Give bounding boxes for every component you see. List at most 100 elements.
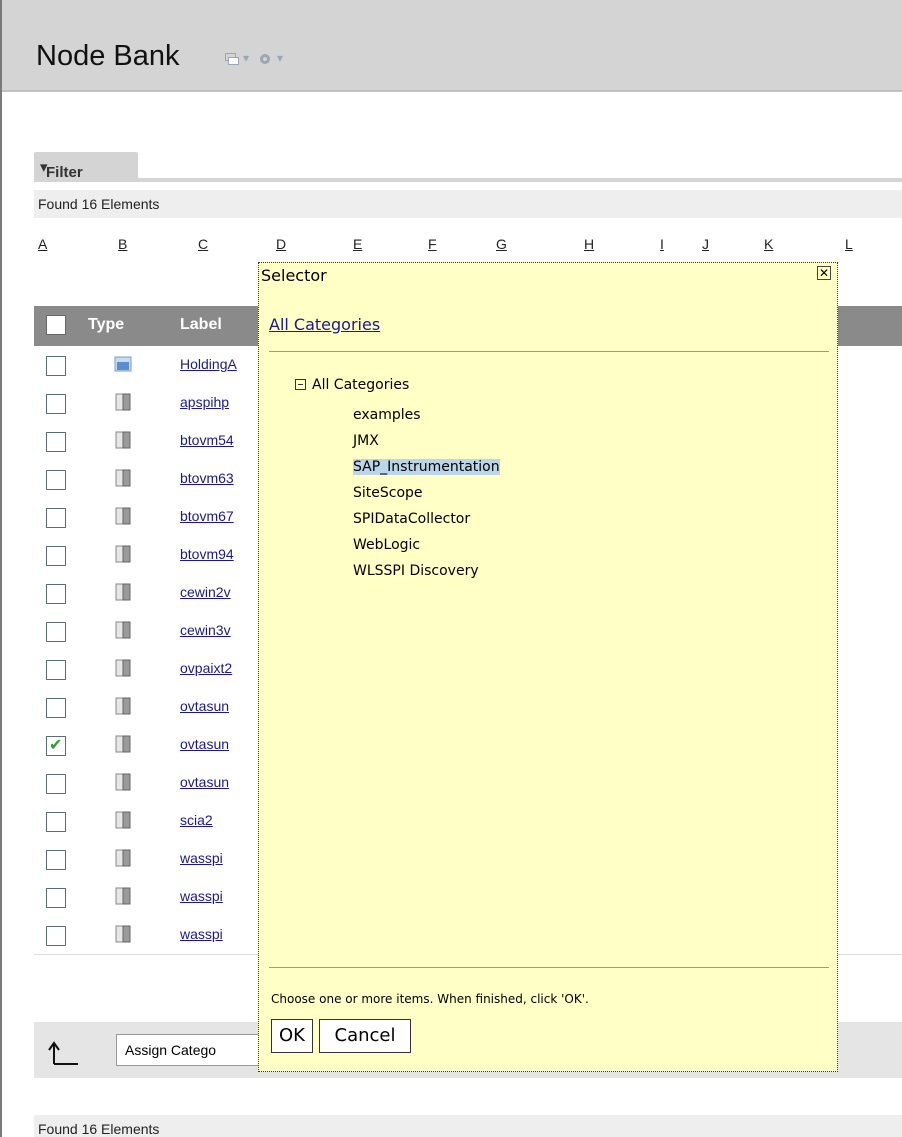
tree-root-label: All Categories [312,377,410,393]
alpha-link-f[interactable]: F [428,236,437,252]
node-icon [115,393,131,411]
tree-item-wlsspi-discovery[interactable]: WLSSPI Discovery [353,563,479,579]
node-label-link[interactable]: ovtasun [180,774,258,790]
row-checkbox[interactable] [46,735,66,756]
chevron-down-icon[interactable]: ▾ [243,51,249,65]
node-icon [115,925,131,943]
assign-category-label: Assign Catego [125,1042,217,1058]
row-checkbox[interactable] [46,356,66,376]
all-categories-link[interactable]: All Categories [269,315,380,334]
alpha-link-h[interactable]: H [584,236,594,252]
row-checkbox[interactable] [46,774,66,794]
page-title: Node Bank [36,40,180,72]
row-checkbox[interactable] [46,660,66,680]
found-count-top: Found 16 Elements [34,190,902,218]
node-icon [115,659,131,677]
row-checkbox[interactable] [46,546,66,566]
node-icon [115,545,131,563]
row-checkbox[interactable] [46,508,66,528]
row-checkbox[interactable] [46,432,66,452]
node-label-link[interactable]: wasspi [180,850,258,866]
found-count-text: Found 16 Elements [38,1121,160,1137]
tree-root[interactable]: All Categories [295,377,409,393]
filter-bar: Filter ▾ [34,152,902,182]
node-label-link[interactable]: apspihp [180,394,258,410]
select-all-checkbox[interactable] [46,315,66,335]
found-count-text: Found 16 Elements [38,196,160,212]
selector-instructions: Choose one or more items. When finished,… [271,992,589,1006]
ok-button[interactable]: OK [271,1019,313,1053]
alphabet-index: A B C D E F G H I J K L [0,236,902,260]
tree-item-examples[interactable]: examples [353,407,421,423]
alpha-link-g[interactable]: G [496,236,507,252]
filter-tab[interactable]: Filter ▾ [34,152,138,182]
tree-item-sitescope[interactable]: SiteScope [353,485,423,501]
node-label-link[interactable]: wasspi [180,888,258,904]
node-label-link[interactable]: scia2 [180,812,258,828]
node-icon [115,507,131,525]
assign-category-select[interactable]: Assign Catego [116,1034,276,1066]
alpha-link-e[interactable]: E [353,236,362,252]
alpha-link-k[interactable]: K [764,236,773,252]
column-header-type[interactable]: Type [88,316,124,334]
node-label-link[interactable]: HoldingA [180,356,258,372]
row-checkbox[interactable] [46,926,66,946]
cancel-button[interactable]: Cancel [319,1019,411,1053]
node-label-link[interactable]: ovtasun [180,736,258,752]
alpha-link-c[interactable]: C [198,236,208,252]
up-arrow-icon [48,1041,78,1065]
found-count-bottom: Found 16 Elements [34,1115,902,1137]
alpha-link-b[interactable]: B [118,236,127,252]
divider [269,351,829,352]
node-label-link[interactable]: btovm54 [180,432,258,448]
row-checkbox[interactable] [46,584,66,604]
page-header: Node Bank ▾ ▾ [2,0,902,92]
alpha-link-j[interactable]: J [702,236,709,252]
alpha-link-d[interactable]: D [276,236,286,252]
row-checkbox[interactable] [46,850,66,870]
row-checkbox[interactable] [46,394,66,414]
node-icon [115,431,131,449]
node-label-link[interactable]: btovm63 [180,470,258,486]
row-checkbox[interactable] [46,698,66,718]
close-icon[interactable]: ✕ [817,266,831,280]
tree-item-weblogic[interactable]: WebLogic [353,537,420,553]
row-checkbox[interactable] [46,622,66,642]
tree-item-sap-instrumentation[interactable]: SAP_Instrumentation [353,459,500,475]
tree-item-jmx[interactable]: JMX [353,433,379,449]
left-border [0,0,2,1137]
node-label-link[interactable]: wasspi [180,926,258,942]
row-checkbox[interactable] [46,812,66,832]
tree-item-spidatacollector[interactable]: SPIDataCollector [353,511,470,527]
node-icon [115,697,131,715]
node-group-icon [114,356,132,372]
collapse-icon[interactable] [295,379,306,390]
node-icon [115,773,131,791]
alpha-link-a[interactable]: A [38,236,47,252]
divider [269,967,829,968]
node-label-link[interactable]: btovm94 [180,546,258,562]
alpha-link-l[interactable]: L [845,236,853,252]
node-label-link[interactable]: btovm67 [180,508,258,524]
node-label-link[interactable]: cewin3v [180,622,258,638]
node-label-link[interactable]: ovpaixt2 [180,660,258,676]
selector-dialog: Selector ✕ All Categories All Categories… [258,262,838,1072]
node-label-link[interactable]: ovtasun [180,698,258,714]
node-icon [115,887,131,905]
alpha-link-i[interactable]: I [660,236,664,252]
gear-icon[interactable] [258,52,272,66]
row-checkbox[interactable] [46,888,66,908]
node-icon [115,849,131,867]
chevron-down-icon[interactable]: ▾ [277,51,283,65]
node-icon [115,583,131,601]
filter-label: Filter ▾ [40,159,83,181]
node-icon [115,621,131,639]
window-icon[interactable] [225,53,239,65]
node-icon [115,811,131,829]
node-label-link[interactable]: cewin2v [180,584,258,600]
filter-divider [138,178,902,182]
node-icon [115,469,131,487]
node-icon [115,735,131,753]
row-checkbox[interactable] [46,470,66,490]
column-header-label[interactable]: Label [180,316,222,334]
